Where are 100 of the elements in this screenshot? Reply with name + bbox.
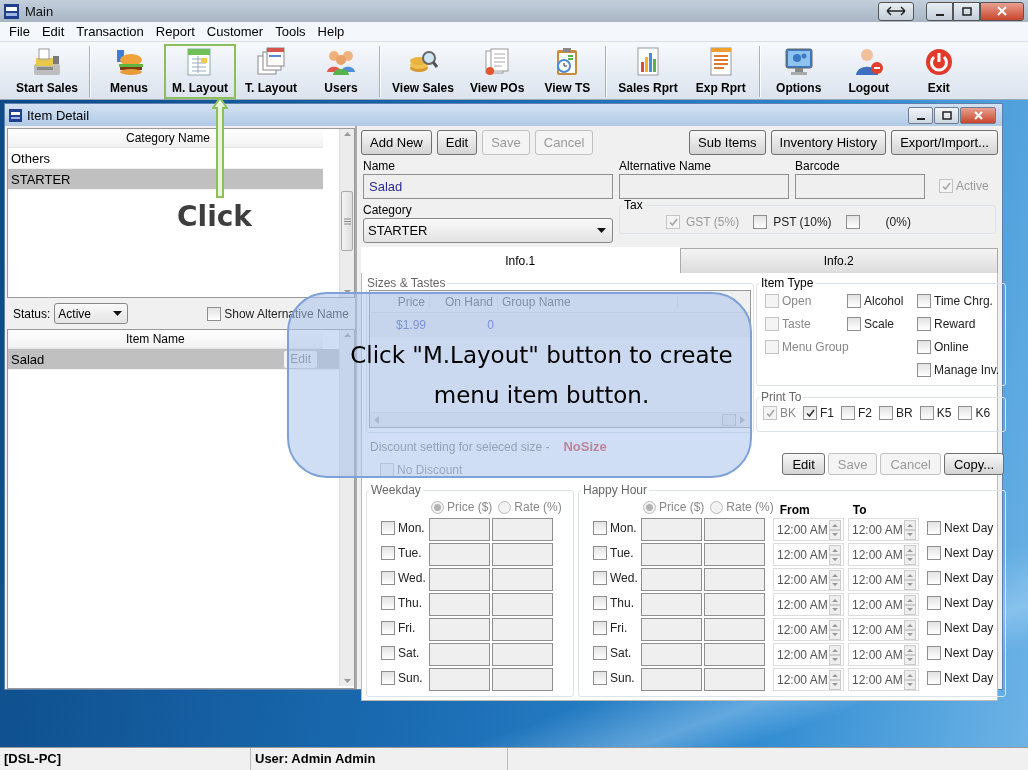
checkbox[interactable] <box>381 546 395 560</box>
rate-field[interactable] <box>704 543 765 566</box>
price-field[interactable] <box>641 668 702 691</box>
checkbox[interactable] <box>593 571 607 585</box>
scroll-thumb[interactable] <box>341 191 353 251</box>
checkbox[interactable] <box>927 621 941 635</box>
price-field[interactable] <box>429 643 490 666</box>
toolbar-button[interactable]: Sales Rprt <box>610 44 686 99</box>
spinner-icon[interactable] <box>829 544 841 565</box>
time-field[interactable]: 12:00 AM <box>773 643 844 666</box>
price-field[interactable] <box>429 518 490 541</box>
toolbar-button[interactable]: T. Layout <box>236 44 307 99</box>
checkbox[interactable] <box>207 306 222 321</box>
spinner-icon[interactable] <box>904 644 916 665</box>
checkbox[interactable] <box>879 406 894 420</box>
spinner-icon[interactable] <box>904 594 916 615</box>
menu-item[interactable]: Edit <box>35 24 71 39</box>
toolbar-button[interactable]: M. Layout <box>164 44 237 99</box>
checkbox[interactable] <box>847 317 861 331</box>
checkbox[interactable] <box>381 621 395 635</box>
spinner-icon[interactable] <box>829 569 841 590</box>
rate-field[interactable] <box>704 518 765 541</box>
checkbox[interactable] <box>753 215 768 229</box>
resize-button[interactable] <box>878 1 914 21</box>
price-field[interactable] <box>429 593 490 616</box>
price-field[interactable] <box>641 618 702 641</box>
time-field[interactable]: 12:00 AM <box>773 518 844 541</box>
text-field[interactable]: Salad <box>363 174 613 199</box>
checkbox[interactable] <box>927 671 941 685</box>
price-field[interactable] <box>429 668 490 691</box>
checkbox[interactable] <box>847 294 861 308</box>
status-dropdown[interactable]: Active <box>54 303 129 324</box>
checkbox[interactable] <box>917 317 931 331</box>
menu-item[interactable]: Tools <box>269 24 312 39</box>
scroll-up-icon[interactable] <box>342 129 352 139</box>
checkbox[interactable] <box>927 571 941 585</box>
checkbox[interactable] <box>381 596 395 610</box>
toolbar-button[interactable]: Exit <box>903 44 974 99</box>
time-field[interactable]: 12:00 AM <box>848 668 919 691</box>
checkbox[interactable] <box>917 363 931 377</box>
menu-item[interactable]: Report <box>149 24 201 39</box>
toolbar-button[interactable]: Exp Rprt <box>685 44 756 99</box>
price-field[interactable] <box>641 593 702 616</box>
scroll-thumb[interactable] <box>722 414 736 426</box>
spinner-icon[interactable] <box>904 544 916 565</box>
item-row[interactable]: Salad Edit <box>8 349 339 370</box>
rate-field[interactable] <box>492 618 553 641</box>
rate-field[interactable] <box>492 668 553 691</box>
spinner-icon[interactable] <box>904 619 916 640</box>
button[interactable]: Copy... <box>943 453 1005 475</box>
price-field[interactable] <box>429 568 490 591</box>
close-button[interactable] <box>960 106 996 124</box>
price-field[interactable] <box>429 543 490 566</box>
button[interactable]: Edit <box>436 130 478 155</box>
menu-item[interactable]: Transaction <box>70 24 150 39</box>
checkbox[interactable] <box>927 596 941 610</box>
button[interactable]: Export/Import... <box>891 130 998 155</box>
rate-field[interactable] <box>492 593 553 616</box>
price-field[interactable] <box>641 643 702 666</box>
checkbox[interactable] <box>917 294 931 308</box>
checkbox[interactable] <box>917 340 931 354</box>
time-field[interactable]: 12:00 AM <box>848 568 919 591</box>
scrollbar[interactable] <box>339 129 354 297</box>
toolbar-button[interactable]: Menus <box>94 44 165 99</box>
toolbar-button[interactable]: Options <box>763 44 834 99</box>
checkbox[interactable] <box>803 406 817 420</box>
checkbox[interactable] <box>927 546 941 560</box>
time-field[interactable]: 12:00 AM <box>773 668 844 691</box>
spinner-icon[interactable] <box>829 594 841 615</box>
text-field[interactable] <box>619 174 789 199</box>
scroll-up-icon[interactable] <box>342 330 352 340</box>
rate-field[interactable] <box>704 568 765 591</box>
spinner-icon[interactable] <box>829 619 841 640</box>
tab[interactable]: Info.2 <box>679 248 998 273</box>
button[interactable]: Edit <box>782 453 825 475</box>
toolbar-button[interactable]: View Sales <box>384 44 462 99</box>
price-field[interactable] <box>429 618 490 641</box>
checkbox[interactable] <box>593 546 607 560</box>
checkbox[interactable] <box>919 406 934 420</box>
spinner-icon[interactable] <box>904 669 916 690</box>
menu-item[interactable]: File <box>3 24 36 39</box>
close-button[interactable] <box>980 1 1024 21</box>
minimize-button[interactable] <box>908 106 933 124</box>
category-row[interactable]: STARTER <box>8 169 323 190</box>
toolbar-button[interactable]: Logout <box>833 44 904 99</box>
category-dropdown[interactable]: STARTER <box>363 218 613 243</box>
checkbox[interactable] <box>381 646 395 660</box>
spinner-icon[interactable] <box>829 644 841 665</box>
scrollbar[interactable] <box>370 412 750 427</box>
time-field[interactable]: 12:00 AM <box>848 543 919 566</box>
checkbox[interactable] <box>593 521 607 535</box>
time-field[interactable]: 12:00 AM <box>848 643 919 666</box>
price-field[interactable] <box>641 543 702 566</box>
button[interactable]: Add New <box>361 130 432 155</box>
time-field[interactable]: 12:00 AM <box>848 518 919 541</box>
checkbox[interactable] <box>593 621 607 635</box>
checkbox[interactable] <box>381 571 395 585</box>
menu-item[interactable]: Customer <box>200 24 270 39</box>
checkbox[interactable] <box>845 215 860 229</box>
maximize-button[interactable] <box>953 1 980 21</box>
